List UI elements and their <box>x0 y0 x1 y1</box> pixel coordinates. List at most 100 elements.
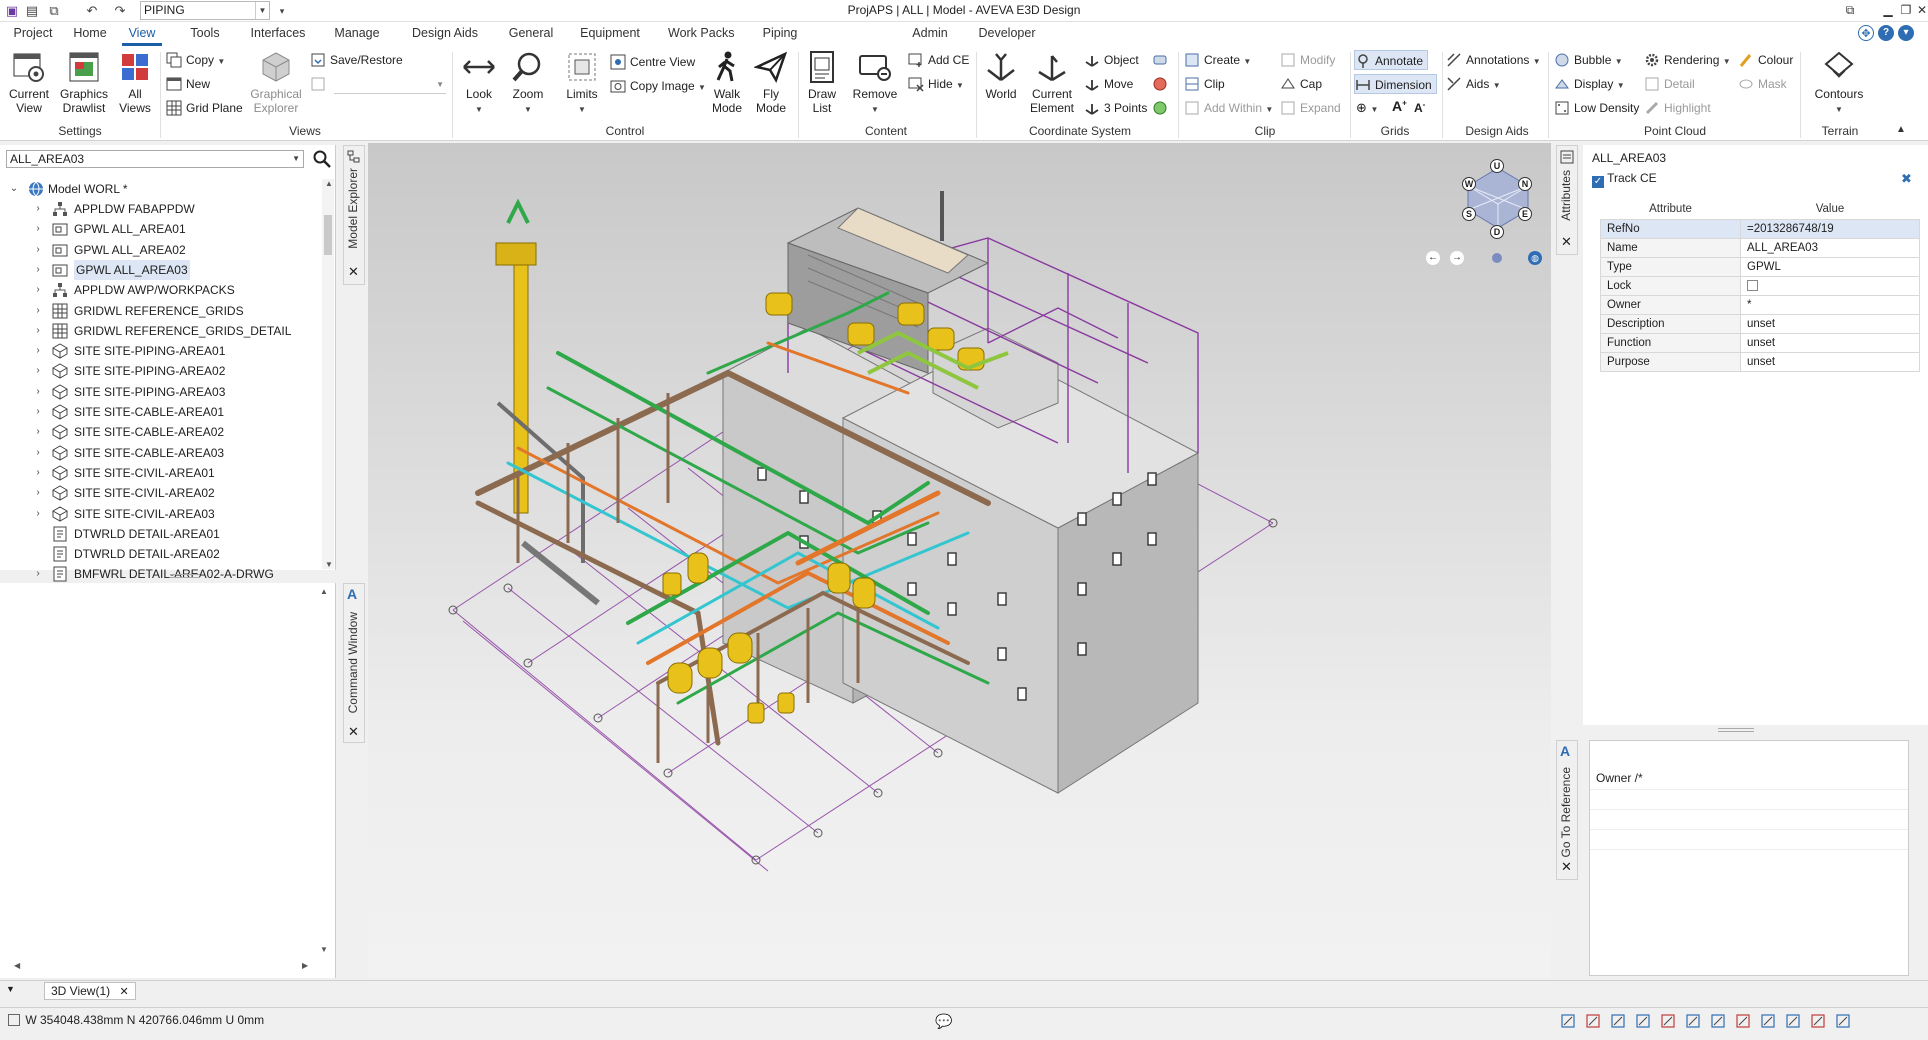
close-icon[interactable]: ✕ <box>348 724 359 740</box>
undo-icon[interactable]: ↶ <box>84 3 100 19</box>
chevron-right-icon[interactable]: › <box>32 219 44 239</box>
attribute-row[interactable]: Type GPWL <box>1600 256 1920 277</box>
goto-reference-item[interactable]: Owner /* <box>1596 771 1643 785</box>
view-cube-east[interactable]: E <box>1518 207 1532 221</box>
app-icon[interactable]: ▣ <box>4 3 20 19</box>
tab-list-chevron-icon[interactable]: ▼ <box>6 984 15 994</box>
chevron-down-icon[interactable]: ⌄ <box>8 179 20 199</box>
clash-icon[interactable] <box>1585 1013 1601 1029</box>
tree-item[interactable]: › SITE SITE-PIPING-AREA03 <box>0 382 320 402</box>
tree-item[interactable]: DTWRLD DETAIL-AREA02 <box>0 544 320 564</box>
panel-splitter[interactable] <box>170 574 200 578</box>
colour-button[interactable]: Colour <box>1738 50 1793 70</box>
customize-toolbar-icon[interactable]: ▾ <box>274 3 290 19</box>
save-restore-button[interactable]: Save/Restore <box>310 50 403 70</box>
text-size-increase-icon[interactable]: A+ <box>1392 98 1407 114</box>
chat-icon[interactable]: 💬 <box>935 1013 952 1029</box>
chevron-right-icon[interactable]: › <box>32 301 44 321</box>
chevron-right-icon[interactable]: › <box>32 280 44 300</box>
chevron-right-icon[interactable]: › <box>32 463 44 483</box>
view-cube-south[interactable]: S <box>1462 207 1476 221</box>
restore-icon[interactable]: ⧉ <box>1842 2 1858 18</box>
tree-item[interactable]: › SITE SITE-PIPING-AREA02 <box>0 361 320 381</box>
attribute-row[interactable]: Name ALL_AREA03 <box>1600 237 1920 258</box>
lock-checkbox[interactable] <box>1740 275 1920 296</box>
copy-image-button[interactable]: Copy Image ▼ <box>610 76 706 96</box>
redo-icon[interactable]: ↷ <box>112 3 128 19</box>
dropdown-icon[interactable]: ▾ <box>1898 25 1914 41</box>
angle-icon[interactable] <box>1660 1013 1676 1029</box>
attribute-row[interactable]: Lock <box>1600 275 1920 296</box>
tab-piping[interactable]: Piping <box>760 26 800 46</box>
tab-3d-view-1[interactable]: 3D View(1) ✕ <box>44 982 136 1000</box>
tab-general[interactable]: General <box>506 26 556 46</box>
attributes-side-tab[interactable]: Attributes ✕ <box>1556 145 1578 255</box>
coord-reset-icon[interactable] <box>1152 76 1168 92</box>
goto-reference-list[interactable]: Owner /* <box>1589 740 1909 976</box>
tab-project[interactable]: Project <box>10 26 56 46</box>
chevron-right-icon[interactable]: › <box>32 422 44 442</box>
chevron-right-icon[interactable]: › <box>32 321 44 341</box>
scroll-right-icon[interactable]: ▶ <box>302 961 308 970</box>
walk-mode-button[interactable]: Walk Mode <box>706 50 748 115</box>
graphics-drawlist-button[interactable]: Graphics Drawlist <box>56 50 112 115</box>
remove-button[interactable]: Remove ▼ <box>852 50 898 117</box>
tree-item[interactable]: › BMFWRL DETAIL-AREA02-A-DRWG <box>0 564 320 584</box>
chevron-right-icon[interactable]: › <box>32 199 44 219</box>
layers-icon[interactable] <box>1810 1013 1826 1029</box>
bubble-button[interactable]: Bubble ▼ <box>1554 50 1623 70</box>
tab-admin[interactable]: Admin <box>910 26 950 46</box>
low-density-button[interactable]: Low Density <box>1554 98 1639 118</box>
chevron-right-icon[interactable]: › <box>32 504 44 524</box>
tab-interfaces[interactable]: Interfaces <box>250 26 306 46</box>
tab-equipment[interactable]: Equipment <box>578 26 642 46</box>
limits-button[interactable]: Limits ▼ <box>560 50 604 117</box>
snap-icon[interactable] <box>1635 1013 1651 1029</box>
clip-button[interactable]: Clip <box>1184 74 1225 94</box>
chevron-right-icon[interactable]: › <box>32 443 44 463</box>
close-icon[interactable]: ✕ <box>1561 234 1572 250</box>
3d-viewport[interactable]: U N E D S W ← → ◍ <box>368 143 1551 977</box>
axis-y-icon[interactable] <box>1785 1013 1801 1029</box>
axis-icon[interactable] <box>1735 1013 1751 1029</box>
mask-button[interactable]: Mask <box>1738 74 1787 94</box>
all-views-button[interactable]: All Views <box>114 50 156 115</box>
goto-reference-side-tab[interactable]: A Go To Reference ✕ <box>1556 740 1578 880</box>
attribute-row[interactable]: Owner * <box>1600 294 1920 315</box>
current-view-button[interactable]: Current View <box>4 50 54 115</box>
coord-option-icon[interactable] <box>1152 52 1168 68</box>
pin-icon[interactable] <box>1835 1013 1851 1029</box>
tab-view[interactable]: View <box>122 26 162 46</box>
hide-button[interactable]: Hide ▼ <box>908 74 964 94</box>
tab-home[interactable]: Home <box>70 26 110 46</box>
attribute-value[interactable]: unset <box>1740 313 1920 334</box>
arrow-icon[interactable] <box>1710 1013 1726 1029</box>
object-button[interactable]: Object <box>1084 50 1139 70</box>
collapse-ribbon-icon[interactable]: ▲ <box>1896 124 1906 135</box>
track-ce-checkbox[interactable]: ✓ Track CE <box>1592 171 1657 188</box>
view-cube-west[interactable]: W <box>1462 177 1476 191</box>
tree-item[interactable]: › SITE SITE-PIPING-AREA01 <box>0 341 320 361</box>
add-within-button[interactable]: Add Within ▼ <box>1184 98 1273 118</box>
snap-grid-icon[interactable] <box>1560 1013 1576 1029</box>
world-button[interactable]: World <box>980 50 1022 101</box>
current-element-button[interactable]: Current Element <box>1026 50 1078 115</box>
chevron-right-icon[interactable]: › <box>32 382 44 402</box>
tree-item[interactable]: › SITE SITE-CABLE-AREA02 <box>0 422 320 442</box>
fly-mode-button[interactable]: Fly Mode <box>750 50 792 115</box>
chevron-right-icon[interactable]: › <box>32 564 44 584</box>
axis-x-icon[interactable] <box>1760 1013 1776 1029</box>
model-explorer-side-tab[interactable]: Model Explorer ✕ <box>343 145 365 285</box>
zoom-button[interactable]: Zoom ▼ <box>506 50 550 117</box>
attribute-column-header[interactable]: Attribute <box>1600 199 1741 220</box>
annotate-button[interactable]: Annotate <box>1354 50 1429 70</box>
scroll-thumb[interactable] <box>324 215 332 255</box>
attribute-value[interactable]: unset <box>1740 351 1920 372</box>
help-search-icon[interactable]: ✥ <box>1858 25 1874 41</box>
tab-tools[interactable]: Tools <box>184 26 226 46</box>
command-window-side-tab[interactable]: A Command Window ✕ <box>343 583 365 743</box>
coord-green-icon[interactable] <box>1152 100 1168 116</box>
tree-item[interactable]: › SITE SITE-CABLE-AREA03 <box>0 443 320 463</box>
display-button[interactable]: Display ▼ <box>1554 74 1625 94</box>
tree-item[interactable]: › SITE SITE-CIVIL-AREA01 <box>0 463 320 483</box>
